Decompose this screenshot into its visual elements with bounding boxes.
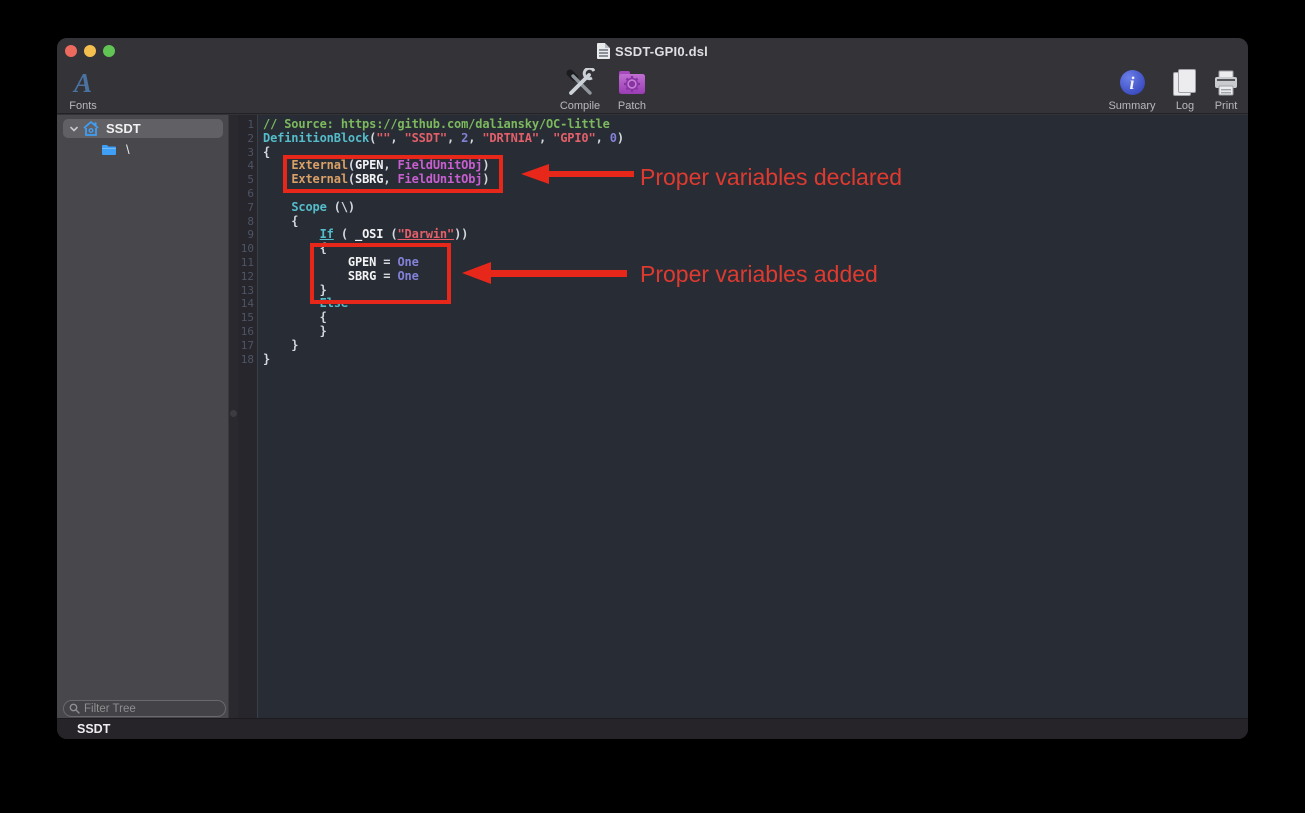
folder-icon [101, 144, 117, 156]
fonts-label: Fonts [69, 100, 97, 112]
window-title: SSDT-GPI0.dsl [615, 44, 708, 59]
print-label: Print [1215, 100, 1238, 112]
patch-button[interactable]: Patch [610, 67, 654, 112]
desktop-background: SSDT-GPI0.dsl A Fonts Compile [0, 0, 1305, 813]
compile-button[interactable]: Compile [552, 67, 608, 112]
code-editor[interactable]: 123456789101112131415161718 // Source: h… [238, 115, 1248, 718]
maciasl-window: SSDT-GPI0.dsl A Fonts Compile [57, 38, 1248, 739]
toolbar: A Fonts Compile [57, 64, 1248, 114]
sidebar-tree: SSDT \ [57, 115, 228, 718]
compile-tools-icon [565, 67, 595, 98]
title-bar[interactable]: SSDT-GPI0.dsl [57, 38, 1248, 64]
divider-handle[interactable] [230, 410, 237, 417]
log-pages-icon [1173, 69, 1197, 97]
print-button[interactable]: Print [1208, 67, 1244, 112]
tree-item-label: \ [126, 142, 130, 157]
tree-item-label: SSDT [106, 121, 141, 136]
summary-button[interactable]: i Summary [1102, 67, 1162, 112]
line-numbers: 123456789101112131415161718 [238, 115, 258, 718]
sidebar-divider[interactable] [228, 115, 238, 718]
status-bar: SSDT [57, 718, 1248, 739]
home-icon [83, 121, 99, 136]
print-icon [1212, 67, 1240, 98]
tree-item-root-scope[interactable]: \ [57, 141, 228, 158]
summary-label: Summary [1108, 100, 1155, 112]
search-icon [69, 703, 80, 714]
status-path-label: SSDT [77, 722, 110, 736]
patch-label: Patch [618, 100, 646, 112]
code-lines[interactable]: // Source: https://github.com/daliansky/… [263, 118, 1248, 366]
fonts-button[interactable]: A Fonts [63, 67, 103, 112]
fonts-icon: A [74, 69, 92, 97]
filter-tree-input[interactable] [84, 703, 238, 715]
log-button[interactable]: Log [1167, 67, 1203, 112]
document-icon [597, 43, 610, 59]
patch-folder-icon [617, 67, 647, 98]
content-area: SSDT \ [57, 115, 1248, 718]
summary-info-icon: i [1120, 70, 1145, 95]
filter-tree-field[interactable] [63, 700, 226, 717]
tree-item-ssdt[interactable]: SSDT [63, 119, 223, 138]
chevron-down-icon[interactable] [69, 124, 79, 134]
compile-label: Compile [560, 100, 600, 112]
log-label: Log [1176, 100, 1194, 112]
